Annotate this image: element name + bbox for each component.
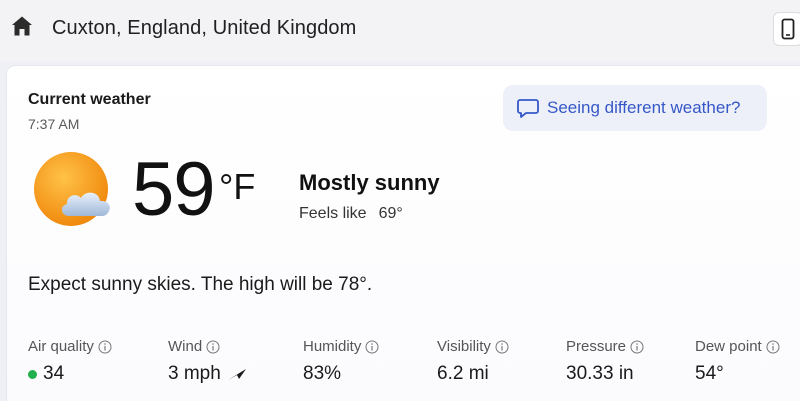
temperature-unit-toggle[interactable]: °F — [219, 166, 255, 208]
info-icon[interactable] — [365, 340, 379, 354]
sun-cloud-icon — [34, 152, 110, 226]
metric-value: 30.33 in — [566, 363, 634, 384]
metric-humidity: Humidity 83% — [303, 338, 379, 385]
metric-value: 54° — [695, 363, 724, 384]
info-icon[interactable] — [98, 340, 112, 354]
feels-like-label: Feels like — [299, 205, 367, 222]
metric-value: 34 — [43, 363, 65, 384]
metric-value: 6.2 mi — [437, 363, 489, 384]
metric-label: Air quality — [28, 338, 94, 355]
info-icon[interactable] — [766, 340, 780, 354]
info-icon[interactable] — [630, 340, 644, 354]
metric-wind: Wind 3 mph — [168, 338, 247, 385]
info-icon[interactable] — [495, 340, 509, 354]
metric-label: Dew point — [695, 338, 762, 355]
home-icon[interactable] — [10, 14, 34, 38]
wind-arrow-icon — [227, 369, 246, 380]
feels-like: Feels like 69° — [299, 205, 403, 223]
metric-label: Wind — [168, 338, 203, 355]
air-quality-indicator — [28, 369, 37, 379]
observation-time: 7:37 AM — [28, 116, 80, 132]
chat-icon — [517, 99, 539, 118]
device-view-button[interactable] — [773, 12, 800, 46]
metric-air-quality: Air quality 34 — [28, 338, 112, 385]
current-weather-heading: Current weather — [28, 91, 151, 108]
metric-value: 83% — [303, 363, 342, 384]
current-temperature: 59 — [132, 147, 216, 232]
current-weather-card: Current weather 7:37 AM Seeing different… — [7, 66, 800, 401]
top-bar: Cuxton, England, United Kingdom — [0, 0, 800, 62]
metric-dew-point: Dew point 54° — [695, 338, 780, 385]
feels-like-value: 69° — [378, 205, 403, 222]
metric-value: 3 mph — [168, 363, 221, 384]
condition-text: Mostly sunny — [299, 170, 440, 195]
seeing-different-weather-button[interactable]: Seeing different weather? — [503, 85, 767, 131]
metric-pressure: Pressure 30.33 in — [566, 338, 644, 385]
metric-label: Visibility — [437, 338, 491, 355]
metric-label: Humidity — [303, 338, 362, 355]
metric-label: Pressure — [566, 338, 627, 355]
metric-visibility: Visibility 6.2 mi — [437, 338, 509, 385]
feedback-label: Seeing different weather? — [547, 98, 741, 117]
phone-icon — [781, 18, 795, 40]
info-icon[interactable] — [206, 340, 220, 354]
location-title: Cuxton, England, United Kingdom — [52, 17, 357, 39]
forecast-summary: Expect sunny skies. The high will be 78°… — [28, 274, 373, 295]
